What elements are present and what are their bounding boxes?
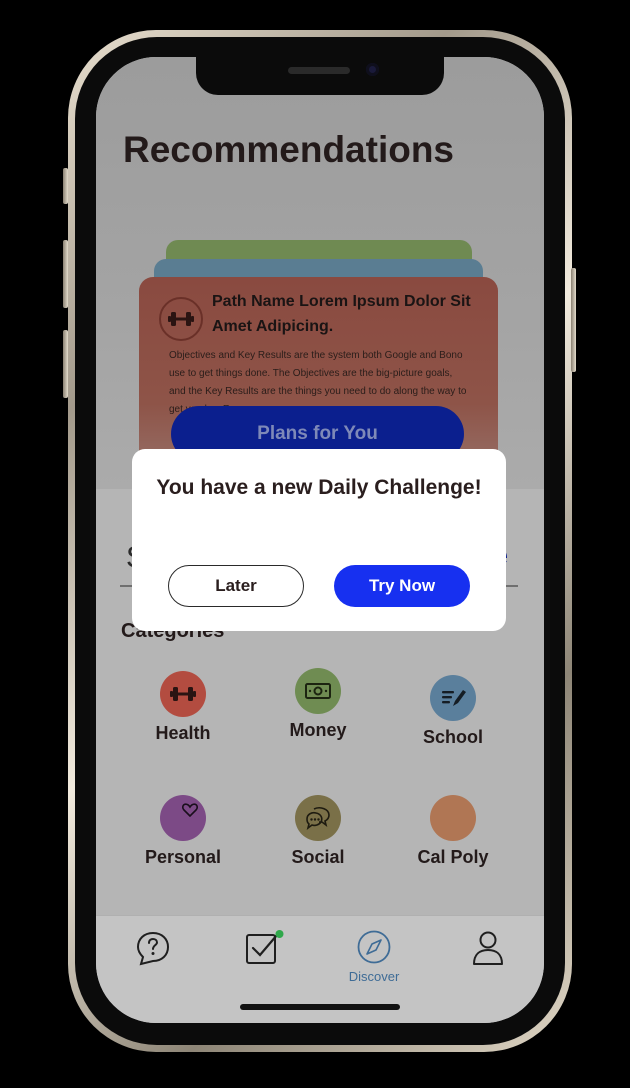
profile-icon [473, 931, 503, 965]
nav-challenges[interactable] [224, 930, 304, 971]
camera [366, 63, 379, 76]
category-money[interactable]: Money [263, 668, 373, 741]
volume-up-button [63, 240, 68, 308]
category-personal[interactable]: Personal [128, 795, 238, 868]
category-social[interactable]: Social [263, 795, 373, 868]
heart-icon [160, 795, 206, 841]
notification-dot [275, 930, 284, 938]
daily-challenge-modal: You have a new Daily Challenge! Later Tr… [132, 449, 506, 631]
nav-profile[interactable] [448, 930, 528, 971]
category-label: Social [291, 847, 345, 867]
volume-down-button [63, 330, 68, 398]
recommendations-section: Recommendations Path Name Lorem Ipsum Do… [96, 57, 544, 507]
blank-icon [430, 795, 476, 841]
nav-help[interactable] [113, 930, 193, 971]
nav-discover[interactable]: Discover [334, 930, 414, 984]
money-icon [295, 668, 341, 714]
help-chat-icon [136, 931, 170, 966]
notes-pencil-icon [430, 675, 476, 721]
category-label: Cal Poly [417, 847, 489, 867]
later-button[interactable]: Later [168, 565, 304, 607]
checklist-icon [246, 930, 284, 964]
dumbbell-icon [160, 671, 206, 717]
category-school[interactable]: School [398, 675, 508, 748]
mute-switch [63, 168, 68, 204]
page-title: Recommendations [123, 129, 455, 170]
nav-discover-label: Discover [348, 969, 400, 984]
dumbbell-icon [159, 297, 203, 341]
modal-message: You have a new Daily Challenge! [156, 476, 482, 499]
category-label: Money [289, 720, 347, 740]
category-cal-poly[interactable]: Cal Poly [398, 795, 508, 868]
notch [196, 57, 444, 95]
home-indicator[interactable] [240, 1004, 400, 1010]
category-label: Personal [144, 847, 222, 867]
chat-bubbles-icon [295, 795, 341, 841]
category-label: School [422, 727, 483, 747]
speaker [288, 67, 350, 74]
category-label: Health [155, 723, 211, 743]
path-card-title: Path Name Lorem Ipsum Dolor Sit Amet Adi… [212, 293, 471, 335]
category-health[interactable]: Health [128, 671, 238, 744]
power-button [571, 268, 576, 372]
try-now-button[interactable]: Try Now [334, 565, 470, 607]
compass-icon [357, 930, 391, 964]
app-screen: Recommendations Path Name Lorem Ipsum Do… [96, 57, 544, 1023]
